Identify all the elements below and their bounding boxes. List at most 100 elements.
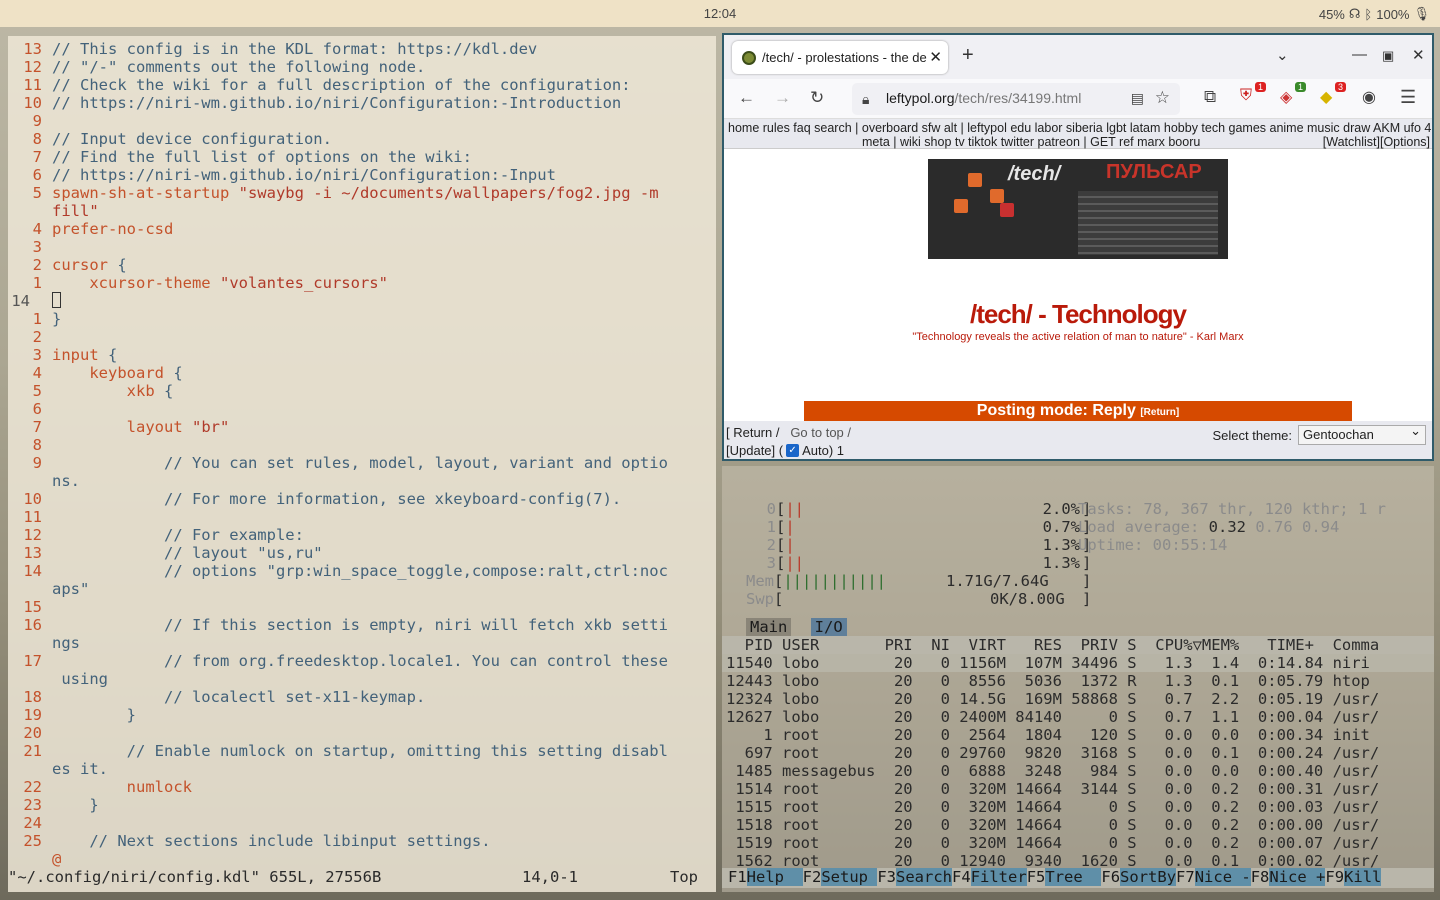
vim-line[interactable]: 14 [8,292,716,310]
vim-line[interactable]: 10 // For more information, see xkeyboar… [8,490,716,508]
vim-line[interactable]: 20 [8,724,716,742]
maximize-icon[interactable]: ▣ [1382,48,1394,64]
process-row[interactable]: 1515 root 20 0 320M 14664 0 S 0.0 0.2 0:… [722,798,1434,816]
fkey-f8[interactable]: F8 [1251,868,1270,886]
vim-line[interactable]: 7 // Find the full list of options on the… [8,148,716,166]
vim-line[interactable]: 9 // You can set rules, model, layout, v… [8,454,716,472]
vim-line[interactable]: 24 [8,814,716,832]
vim-line[interactable]: using [8,670,716,688]
vim-line[interactable]: 2 cursor { [8,256,716,274]
browser-tab[interactable]: /tech/ - prolestations - the de ✕ [732,41,948,74]
watchlist-options[interactable]: [Watchlist][Options] [1323,135,1430,149]
htop-terminal[interactable]: 0[|| 2.0%] 1[| 0.7%] 2[| 1.3%] 3[|| 1.3%] Mem[|… [722,466,1434,892]
fkey-f5[interactable]: F5 [1027,868,1046,886]
vim-line[interactable]: 25 // Next sections include libinput set… [8,832,716,850]
vim-line[interactable]: 11 [8,508,716,526]
fkey-label[interactable]: Search [896,868,953,886]
close-tab-icon[interactable]: ✕ [929,48,942,66]
fkey-f4[interactable]: F4 [952,868,971,886]
vim-line[interactable]: 5 spawn-sh-at-startup "swaybg -i ~/docume… [8,184,716,202]
vim-line[interactable]: 15 [8,598,716,616]
process-row[interactable]: 12627 lobo 20 0 2400M 84140 0 S 0.7 1.1 … [722,708,1434,726]
tab-main[interactable]: Main [746,618,792,636]
vim-line[interactable]: 13 // This config is in the KDL format: h… [8,40,716,58]
extension-icon[interactable]: ◆ 3 [1320,82,1346,107]
board-list[interactable]: home rules faq search | overboard sfw al… [724,119,1432,149]
vim-line[interactable]: 4 prefer-no-csd [8,220,716,238]
vim-line[interactable]: 11 // Check the wiki for a full descripti… [8,76,716,94]
fkey-f3[interactable]: F3 [877,868,896,886]
close-window-icon[interactable]: ✕ [1412,46,1425,64]
vim-line[interactable]: 4 keyboard { [8,364,716,382]
vim-line[interactable]: 1 xcursor-theme "volantes_cursors" [8,274,716,292]
process-row[interactable]: 1519 root 20 0 320M 14664 0 S 0.0 0.2 0:… [722,834,1434,852]
minimize-icon[interactable]: — [1352,46,1367,63]
fkey-label[interactable]: Tree [1045,868,1102,886]
fkey-label[interactable]: Kill [1344,868,1382,886]
vim-line[interactable]: 8 [8,436,716,454]
fkey-f2[interactable]: F2 [803,868,822,886]
vim-line[interactable]: 12 // For example: [8,526,716,544]
tab-list-icon[interactable]: ⌄ [1276,46,1289,64]
eye-icon[interactable]: ◉ [1362,87,1382,107]
vim-line[interactable]: ngs [8,634,716,652]
lock-icon[interactable]: 🔒︎ [862,91,869,108]
auto-update-checkbox[interactable]: ✓ [786,444,800,457]
vim-line[interactable]: aps" [8,580,716,598]
headphones-icon[interactable]: ☊ [1349,6,1361,22]
vim-line[interactable]: 18 // localectl set-x11-keymap. [8,688,716,706]
posting-return-link[interactable]: [Return] [1140,407,1179,418]
clock[interactable]: 12:04 [0,6,1440,21]
vim-line[interactable]: 10 // https://niri-wm.github.io/niri/Conf… [8,94,716,112]
vim-line[interactable]: fill" [8,202,716,220]
vim-line[interactable]: @ [8,850,716,868]
forward-icon[interactable]: → [774,88,791,108]
fkey-f6[interactable]: F6 [1101,868,1120,886]
vim-line[interactable]: 5 xkb { [8,382,716,400]
browser-window[interactable]: /tech/ - prolestations - the de ✕ + ⌄ — … [722,33,1434,461]
vim-line[interactable]: 6 // https://niri-wm.github.io/niri/Confi… [8,166,716,184]
vim-line[interactable]: 12 // "/-" comments out the following nod… [8,58,716,76]
go-to-top-link[interactable]: Go to top / [790,425,851,440]
process-row[interactable]: 12443 lobo 20 0 8556 5036 1372 R 1.3 0.1… [722,672,1434,690]
vim-line[interactable]: 19 } [8,706,716,724]
tab-io[interactable]: I/O [810,618,847,636]
vim-line[interactable]: 23 } [8,796,716,814]
vim-line[interactable]: 21 // Enable numlock on startup, omittin… [8,742,716,760]
fkey-f9[interactable]: F9 [1325,868,1344,886]
vim-line[interactable]: 14 // options "grp:win_space_toggle,comp… [8,562,716,580]
vim-line[interactable]: 7 layout "br" [8,418,716,436]
vim-line[interactable]: 8 // Input device configuration. [8,130,716,148]
reader-view-icon[interactable]: ▤ [1131,90,1144,107]
fkey-f1[interactable]: F1 [728,868,747,886]
microphone-icon[interactable]: 🎙 [1413,6,1430,22]
fkey-label[interactable]: Filter [970,868,1027,886]
process-row[interactable]: 1 root 20 0 2564 1804 120 S 0.0 0.0 0:00… [722,726,1434,744]
new-tab-button[interactable]: + [962,44,974,67]
update-link[interactable]: [Update] ( [726,443,783,458]
board-list-line-1[interactable]: home rules faq search | overboard sfw al… [728,121,1432,135]
bookmark-star-icon[interactable]: ☆ [1155,88,1170,108]
vim-line[interactable]: 2 [8,328,716,346]
process-row[interactable]: 12324 lobo 20 0 14.5G 169M 58868 S 0.7 2… [722,690,1434,708]
vim-line[interactable]: 17 // from org.freedesktop.locale1. You … [8,652,716,670]
vim-line[interactable]: 13 // layout "us,ru" [8,544,716,562]
back-icon[interactable]: ← [738,88,755,108]
vim-line[interactable]: 16 // If this section is empty, niri wil… [8,616,716,634]
reload-icon[interactable]: ↻ [810,88,824,108]
fkey-label[interactable]: Help [746,868,803,886]
process-row[interactable]: 1518 root 20 0 320M 14664 0 S 0.0 0.2 0:… [722,816,1434,834]
vim-line[interactable]: 3 input { [8,346,716,364]
process-row[interactable]: 11540 lobo 20 0 1156M 107M 34496 S 1.3 1… [722,654,1434,672]
url-bar[interactable]: 🔒︎ leftypol.org/tech/res/34199.html ▤ ☆ [852,83,1180,115]
bluetooth-icon[interactable]: ᛒ [1364,7,1372,22]
vim-line[interactable]: es it. [8,760,716,778]
extensions-icon[interactable]: ⧉ [1204,87,1224,107]
process-header[interactable]: PID USER PRI NI VIRT RES PRIV S CPU%▽MEM… [722,636,1434,654]
fkey-label[interactable]: Setup [821,868,878,886]
process-row[interactable]: 1514 root 20 0 320M 14664 3144 S 0.0 0.2… [722,780,1434,798]
process-row[interactable]: 1485 messagebus 20 0 6888 3248 984 S 0.0… [722,762,1434,780]
vim-terminal[interactable]: 13// This config is in the KDL format: h… [8,36,716,892]
return-link[interactable]: [ Return / [726,425,779,440]
battery-level[interactable]: 100% [1376,7,1409,22]
